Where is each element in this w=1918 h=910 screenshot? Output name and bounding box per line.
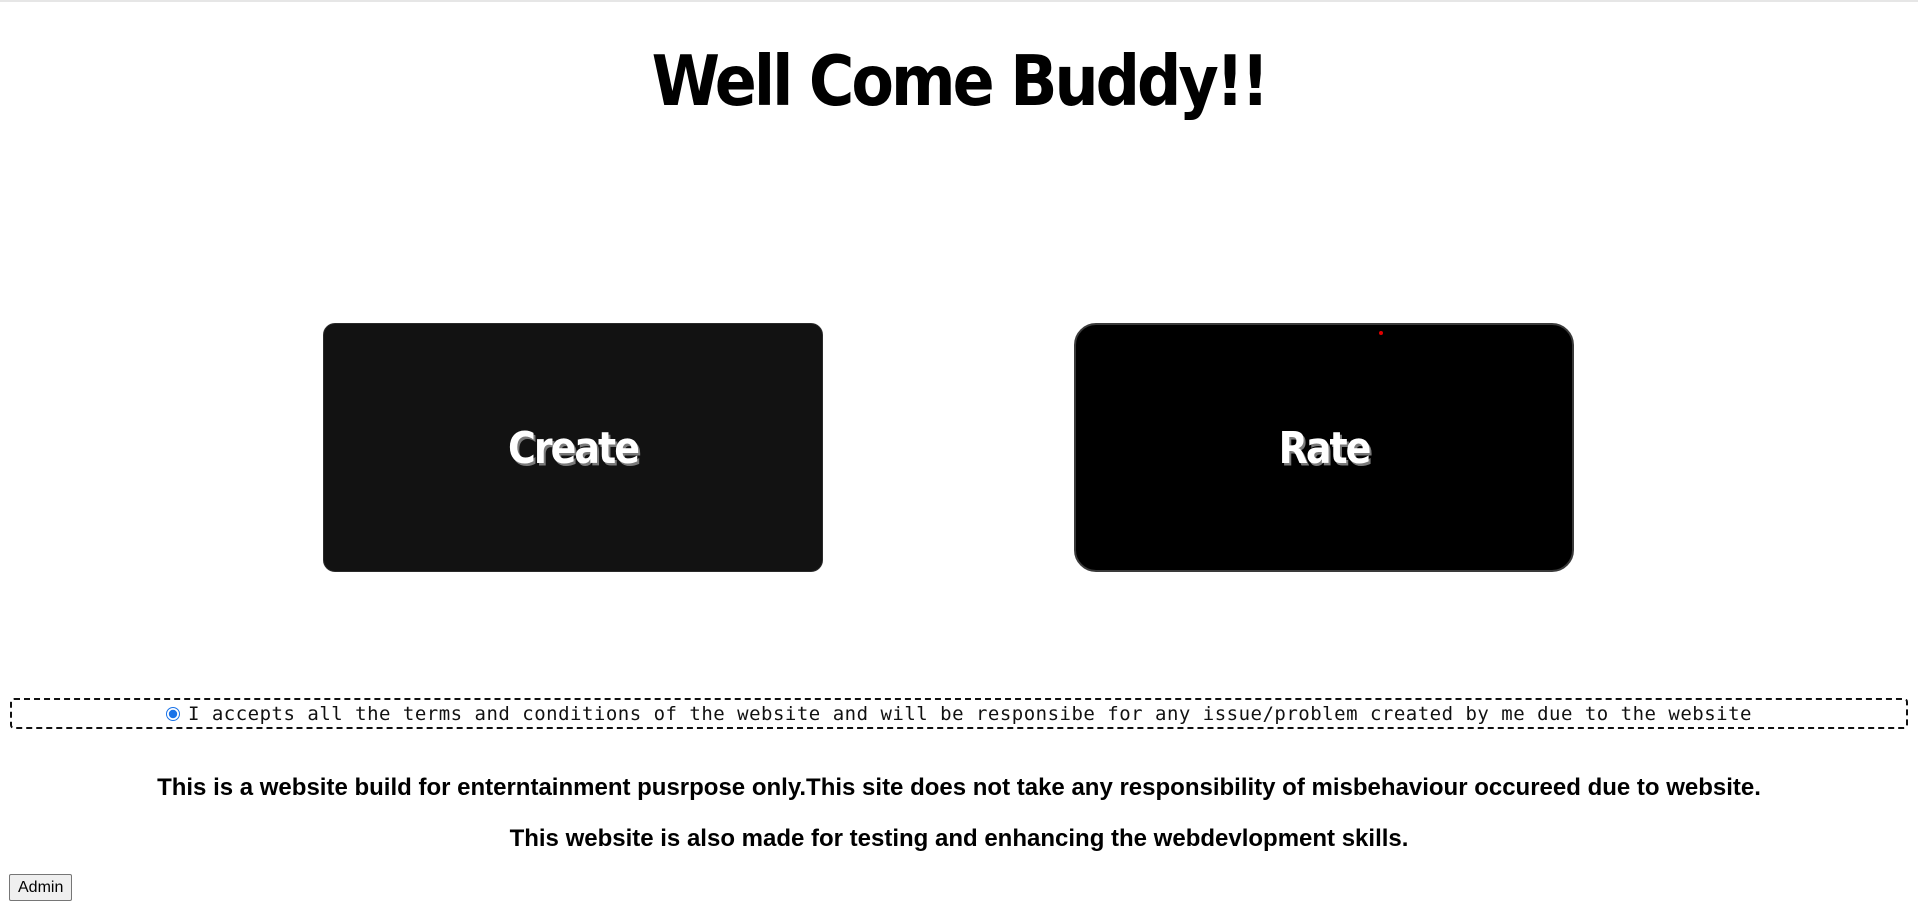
- terms-text[interactable]: I accepts all the terms and conditions o…: [188, 703, 1752, 725]
- rate-button-label: Rate: [1278, 422, 1372, 473]
- red-dot-indicator: [1379, 331, 1383, 335]
- purpose-text: This website is also made for testing an…: [509, 825, 1409, 852]
- create-button[interactable]: Create: [323, 323, 823, 572]
- admin-button[interactable]: Admin: [9, 874, 73, 901]
- page-title: Well Come Buddy!!: [651, 39, 1270, 122]
- top-divider: [0, 0, 1918, 2]
- disclaimer-text: This is a website build for enterntainme…: [157, 774, 1761, 801]
- terms-accept-radio[interactable]: [165, 706, 180, 721]
- page: Well Come Buddy!! Create Rate I accepts …: [0, 0, 1918, 910]
- rate-button[interactable]: Rate: [1074, 323, 1574, 572]
- terms-box: I accepts all the terms and conditions o…: [10, 698, 1908, 729]
- create-button-label: Create: [508, 422, 640, 473]
